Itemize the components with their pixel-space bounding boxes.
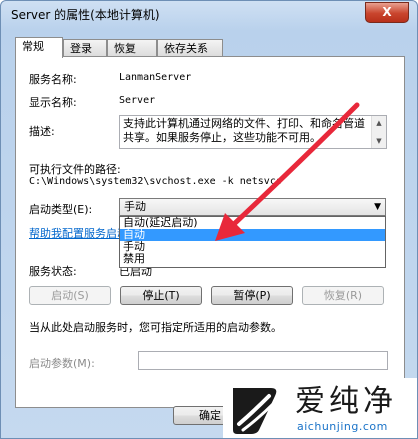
tab-logon[interactable]: 登录 (63, 39, 107, 56)
startup-params-label: 启动参数(M): (29, 357, 95, 370)
startup-params-input[interactable] (138, 351, 388, 370)
start-button[interactable]: 启动(S) (29, 286, 111, 305)
description-label: 描述: (29, 125, 55, 138)
description-scrollbar[interactable]: ▲ ▼ (371, 116, 386, 148)
option-auto[interactable]: 自动 (120, 229, 385, 241)
pause-button[interactable]: 暂停(P) (211, 286, 293, 305)
option-manual[interactable]: 手动 (120, 241, 385, 253)
close-button[interactable]: X (365, 2, 409, 23)
service-name-label: 服务名称: (29, 73, 77, 86)
service-name-value: LanmanServer (119, 72, 192, 83)
exec-path-value: C:\Windows\system32\svchost.exe -k netsv… (29, 176, 282, 187)
stop-button[interactable]: 停止(T) (120, 286, 202, 305)
description-text: 支持此计算机通过网络的文件、打印、和命名管道共享。如果服务停止，这些功能不可用。 (123, 117, 365, 144)
watermark-url: aichunjing.com (297, 420, 388, 433)
description-box[interactable]: 支持此计算机通过网络的文件、打印、和命名管道共享。如果服务停止，这些功能不可用。… (119, 115, 387, 149)
option-auto-delayed[interactable]: 自动(延迟启动) (120, 217, 385, 229)
option-disabled[interactable]: 禁用 (120, 253, 385, 265)
startup-type-value: 手动 (124, 200, 146, 213)
title-bar[interactable]: Server 的属性(本地计算机) X (1, 1, 417, 29)
chevron-down-icon: ▼ (374, 202, 381, 212)
watermark: 爱纯净 aichunjing.com (223, 378, 417, 438)
display-name-label: 显示名称: (29, 96, 77, 109)
service-properties-window: Server 的属性(本地计算机) X 常规 登录 恢复 依存关系 服务名称: … (0, 0, 418, 439)
tab-dependencies[interactable]: 依存关系 (157, 39, 223, 56)
tab-recovery[interactable]: 恢复 (107, 39, 157, 56)
watermark-logo-icon (233, 388, 277, 434)
startup-type-dropdown: 自动(延迟启动) 自动 手动 禁用 (119, 216, 386, 268)
exec-path-label: 可执行文件的路径: (29, 163, 121, 176)
scroll-up-icon[interactable]: ▲ (372, 116, 386, 130)
startup-type-label: 启动类型(E): (29, 203, 93, 216)
scroll-down-icon[interactable]: ▼ (372, 134, 386, 148)
resume-button[interactable]: 恢复(R) (302, 286, 384, 305)
general-tab-panel: 服务名称: LanmanServer 显示名称: Server 描述: 支持此计… (15, 56, 405, 408)
help-link[interactable]: 帮助我配置服务启动 (29, 225, 128, 241)
display-name-value: Server (119, 95, 156, 106)
startup-params-hint: 当从此处启动服务时，您可指定所适用的启动参数。 (29, 321, 282, 334)
window-title: Server 的属性(本地计算机) (11, 8, 160, 22)
status-label: 服务状态: (29, 265, 77, 278)
watermark-name: 爱纯净 (295, 384, 397, 419)
startup-type-select[interactable]: 手动 ▼ (119, 198, 386, 216)
tab-general[interactable]: 常规 (15, 37, 63, 58)
